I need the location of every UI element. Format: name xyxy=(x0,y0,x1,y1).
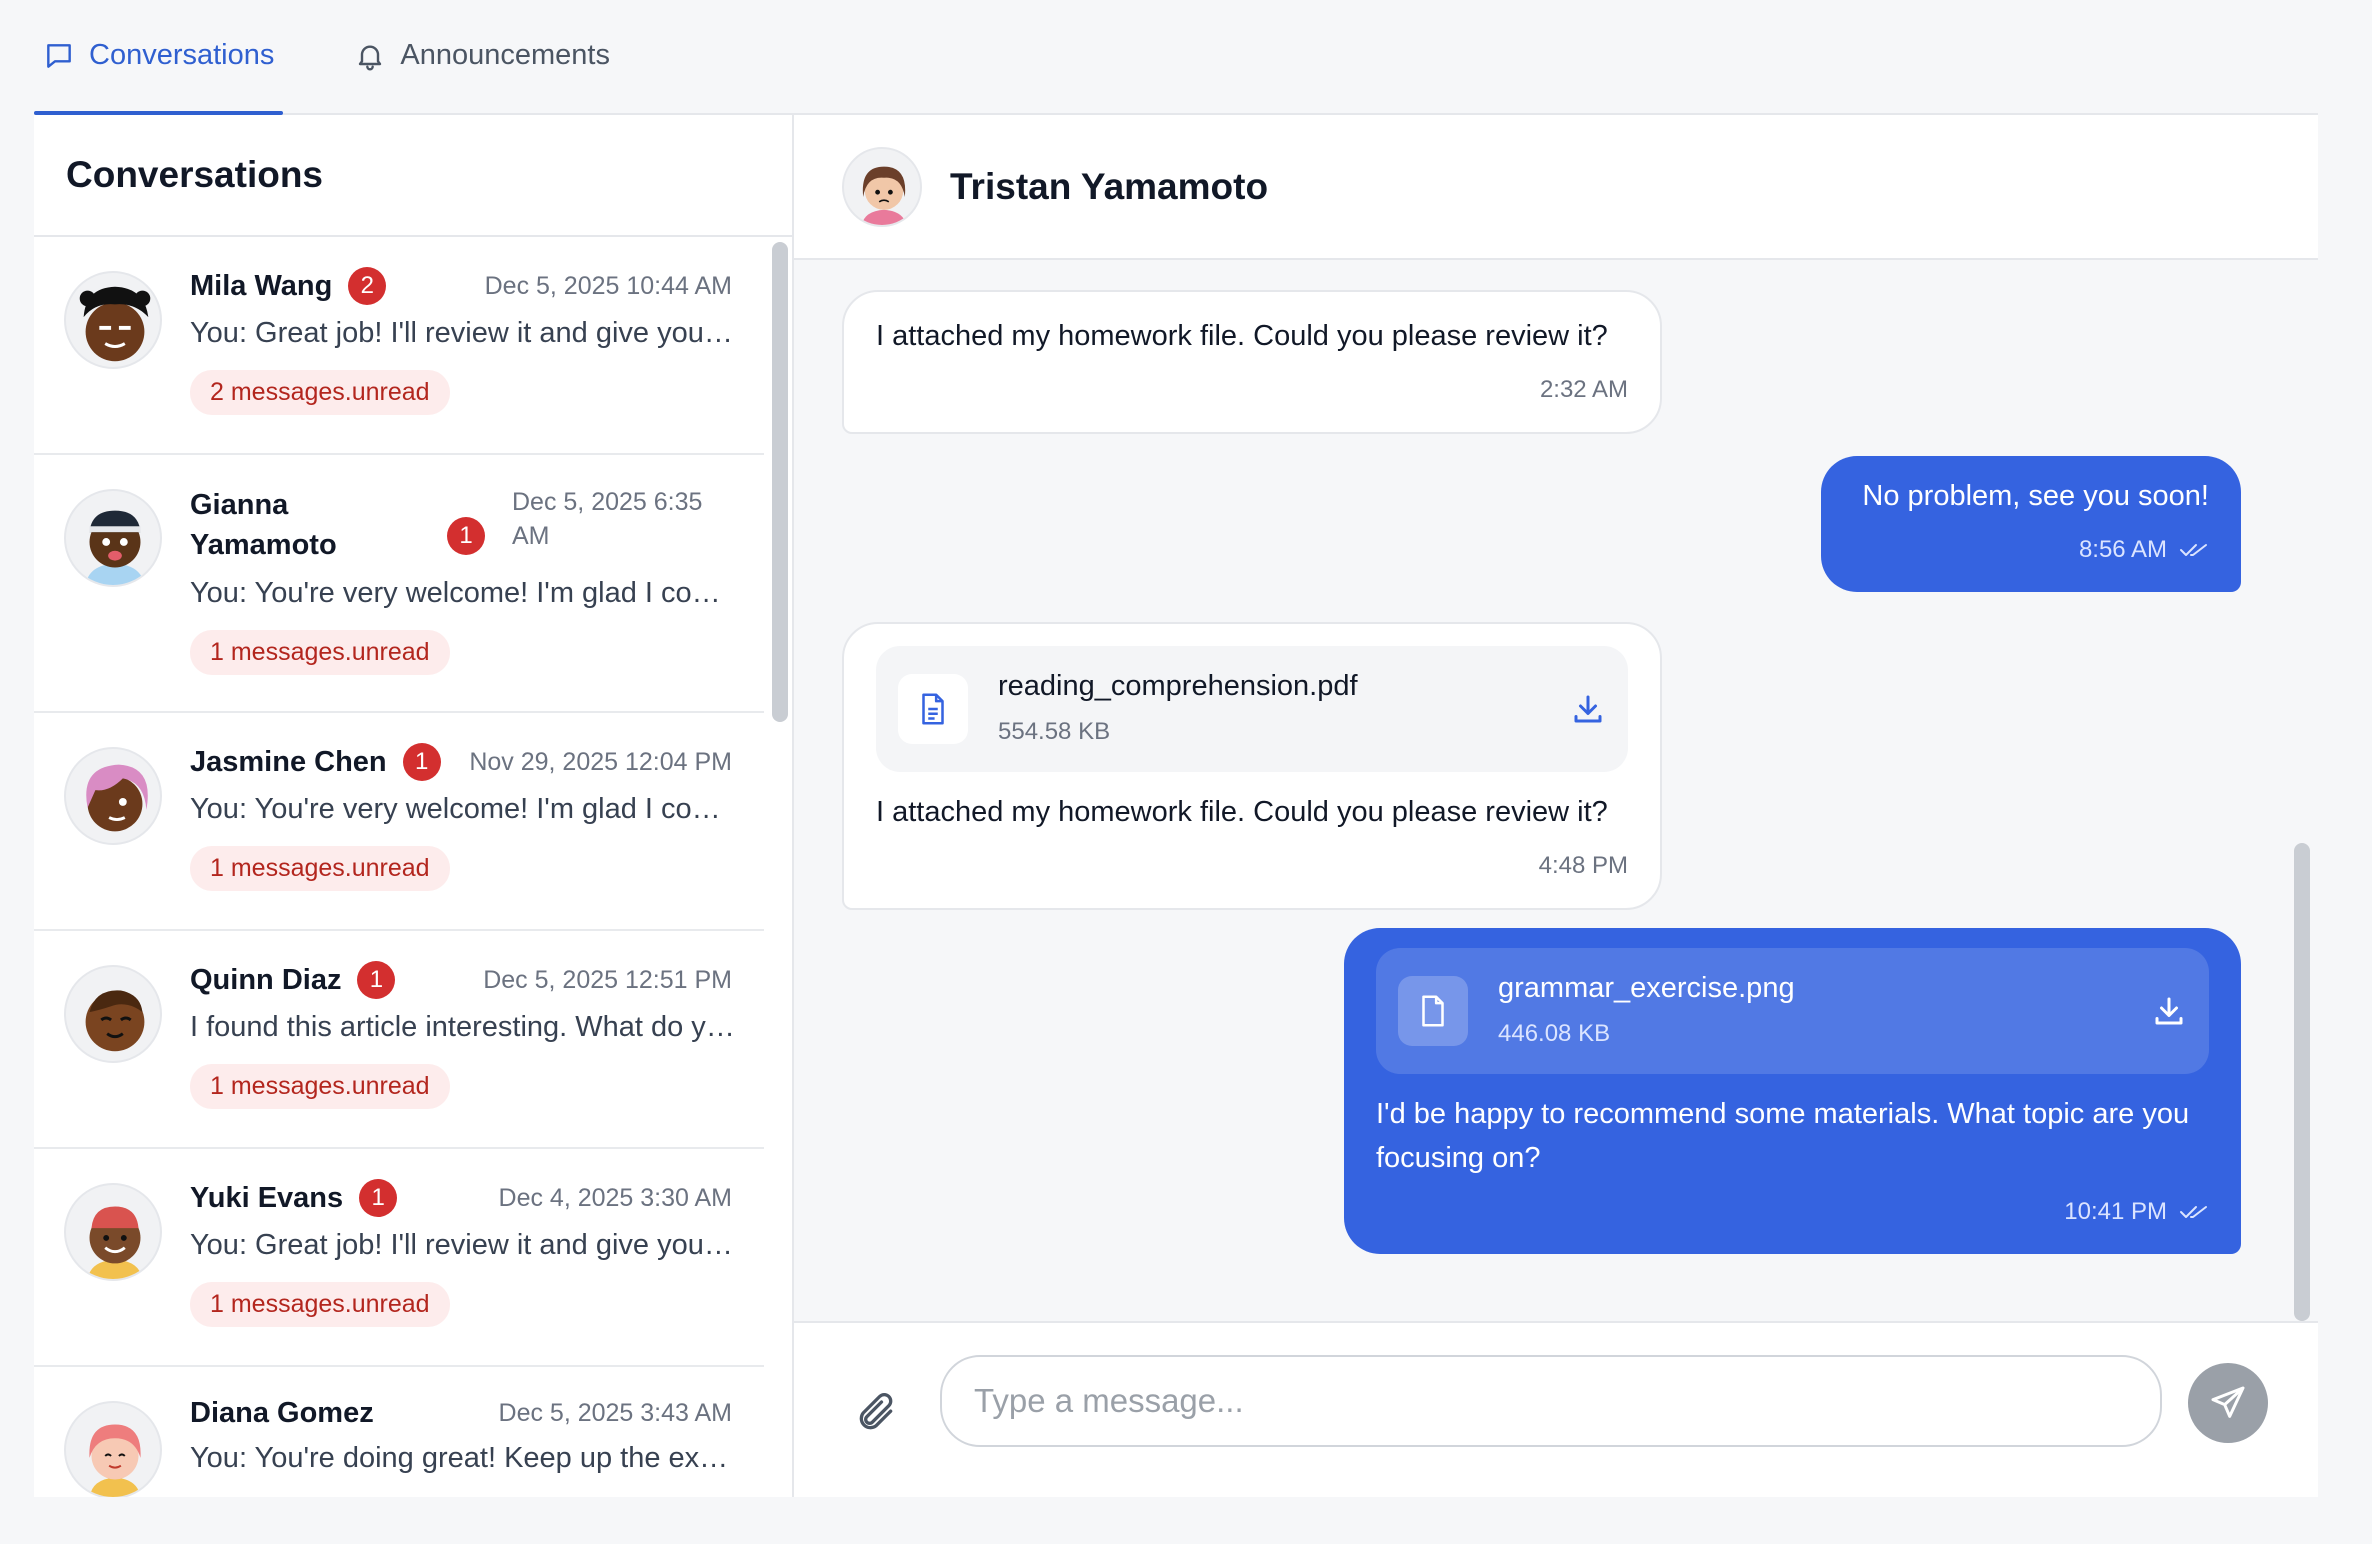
message-preview: You: You're very welcome! I'm glad I cou… xyxy=(190,577,735,609)
download-icon[interactable] xyxy=(1570,691,1606,727)
file-name: grammar_exercise.png xyxy=(1498,972,1795,1004)
message-text: I attached my homework file. Could you p… xyxy=(876,796,1608,828)
tab-announcements[interactable]: Announcements xyxy=(345,0,619,113)
unread-label: 1 messages.unread xyxy=(190,846,450,891)
message-text: I'd be happy to recommend some materials… xyxy=(1376,1098,2190,1174)
message-time: 10:41 PM xyxy=(2064,1198,2167,1225)
chat-pane: Tristan Yamamoto I attached my homework … xyxy=(794,115,2318,1497)
unread-badge: 1 xyxy=(359,1179,398,1217)
file-size: 446.08 KB xyxy=(1498,1020,1611,1047)
message-text: No problem, see you soon! xyxy=(1862,480,2209,512)
message-time: 8:56 AM xyxy=(2078,536,2167,563)
tab-bar: Conversations Announcements xyxy=(34,0,2318,115)
sidebar-scrollbar[interactable] xyxy=(772,242,788,722)
avatar xyxy=(64,489,162,587)
tab-label: Announcements xyxy=(400,39,610,71)
tab-label: Conversations xyxy=(89,39,275,71)
double-check-icon xyxy=(2180,544,2207,556)
double-check-icon xyxy=(2180,1206,2207,1218)
message-preview: You: Great job! I'll review it and give … xyxy=(190,1229,735,1261)
contact-name: Jasmine Chen xyxy=(190,745,387,778)
contact-name: Mila Wang xyxy=(190,269,333,302)
download-icon[interactable] xyxy=(2151,993,2187,1029)
message-text: I attached my homework file. Could you p… xyxy=(876,320,1608,352)
chat-contact-name: Tristan Yamamoto xyxy=(950,165,1269,207)
document-icon xyxy=(898,674,968,744)
conversation-item[interactable]: Yuki Evans 1 Dec 4, 2025 3:30 AM You: Gr… xyxy=(34,1149,764,1367)
message-preview: You: You're very welcome! I'm glad I cou… xyxy=(190,793,735,825)
incoming-message: reading_comprehension.pdf 554.58 KB I at… xyxy=(842,622,1662,910)
thread-scrollbar[interactable] xyxy=(2294,843,2310,1321)
avatar xyxy=(842,146,922,227)
avatar xyxy=(64,1183,162,1281)
unread-badge: 1 xyxy=(447,517,485,555)
incoming-message: I attached my homework file. Could you p… xyxy=(842,290,1662,434)
file-icon xyxy=(1398,976,1468,1046)
message-composer xyxy=(794,1321,2318,1497)
unread-badge: 2 xyxy=(348,267,387,305)
unread-label: 2 messages.unread xyxy=(190,370,450,415)
file-name: reading_comprehension.pdf xyxy=(998,670,1358,702)
message-time: 4:48 PM xyxy=(1538,852,1628,879)
avatar xyxy=(64,747,162,845)
message-preview: You: You're doing great! Keep up the exc… xyxy=(190,1442,735,1474)
timestamp: Dec 5, 2025 12:51 PM xyxy=(483,965,732,994)
file-attachment[interactable]: reading_comprehension.pdf 554.58 KB xyxy=(876,646,1628,772)
chat-icon xyxy=(47,43,71,68)
message-time: 2:32 AM xyxy=(1539,376,1628,403)
conversation-item[interactable]: Mila Wang 2 Dec 5, 2025 10:44 AM You: Gr… xyxy=(34,237,764,455)
send-button[interactable] xyxy=(2188,1363,2268,1443)
send-icon xyxy=(2211,1386,2245,1418)
paperclip-icon[interactable] xyxy=(854,1391,898,1435)
conversation-item[interactable]: Quinn Diaz 1 Dec 5, 2025 12:51 PM I foun… xyxy=(34,931,764,1149)
conversation-item[interactable]: Gianna Yamamoto 1 Dec 5, 2025 6:35 AM Yo… xyxy=(34,455,764,713)
avatar xyxy=(64,965,162,1063)
unread-label: 1 messages.unread xyxy=(190,1282,450,1327)
timestamp: Dec 5, 2025 3:43 AM xyxy=(498,1399,732,1427)
bell-icon xyxy=(359,45,382,70)
unread-badge: 1 xyxy=(357,961,396,999)
message-preview: I found this article interesting. What d… xyxy=(190,1011,735,1043)
conversation-sidebar: Conversations Mila Wang 2 Dec 5, 2025 10… xyxy=(34,115,794,1497)
message-input[interactable] xyxy=(940,1355,2162,1447)
message-meta: 8:56 AM xyxy=(1853,528,2209,572)
conversation-item[interactable]: Jasmine Chen 1 Nov 29, 2025 12:04 PM You… xyxy=(34,713,764,931)
chat-header: Tristan Yamamoto xyxy=(794,115,2318,260)
avatar xyxy=(64,1401,162,1497)
conversation-item[interactable]: Diana Gomez Dec 5, 2025 3:43 AM You: You… xyxy=(34,1367,764,1497)
message-preview: You: Great job! I'll review it and give … xyxy=(190,317,735,349)
contact-name: Diana Gomez xyxy=(190,1397,374,1429)
timestamp: Dec 5, 2025 10:44 AM xyxy=(484,271,732,300)
contact-name: Quinn Diaz xyxy=(190,963,342,996)
timestamp: Dec 4, 2025 3:30 AM xyxy=(498,1183,732,1212)
conversation-list[interactable]: Mila Wang 2 Dec 5, 2025 10:44 AM You: Gr… xyxy=(34,237,764,1497)
unread-label: 1 messages.unread xyxy=(190,630,450,675)
timestamp: Nov 29, 2025 12:04 PM xyxy=(469,747,732,776)
file-size: 554.58 KB xyxy=(998,718,1111,745)
timestamp: Dec 5, 2025 6:35 AM xyxy=(512,488,703,550)
contact-name: Gianna Yamamoto xyxy=(190,489,337,561)
tab-conversations[interactable]: Conversations xyxy=(34,0,284,115)
outgoing-message: No problem, see you soon! 8:56 AM xyxy=(1821,456,2241,592)
unread-label: 1 messages.unread xyxy=(190,1064,450,1109)
unread-badge: 1 xyxy=(402,743,441,781)
message-meta: 10:41 PM xyxy=(1376,1190,2209,1234)
avatar xyxy=(64,271,162,369)
messaging-app: Conversations Announcements Conversation… xyxy=(0,0,2372,1544)
sidebar-title: Conversations xyxy=(34,115,792,237)
file-attachment[interactable]: grammar_exercise.png 446.08 KB xyxy=(1376,948,2209,1074)
outgoing-message: grammar_exercise.png 446.08 KB I'd be ha… xyxy=(1344,928,2241,1254)
message-thread[interactable]: I attached my homework file. Could you p… xyxy=(794,260,2294,1320)
contact-name: Yuki Evans xyxy=(190,1181,344,1214)
